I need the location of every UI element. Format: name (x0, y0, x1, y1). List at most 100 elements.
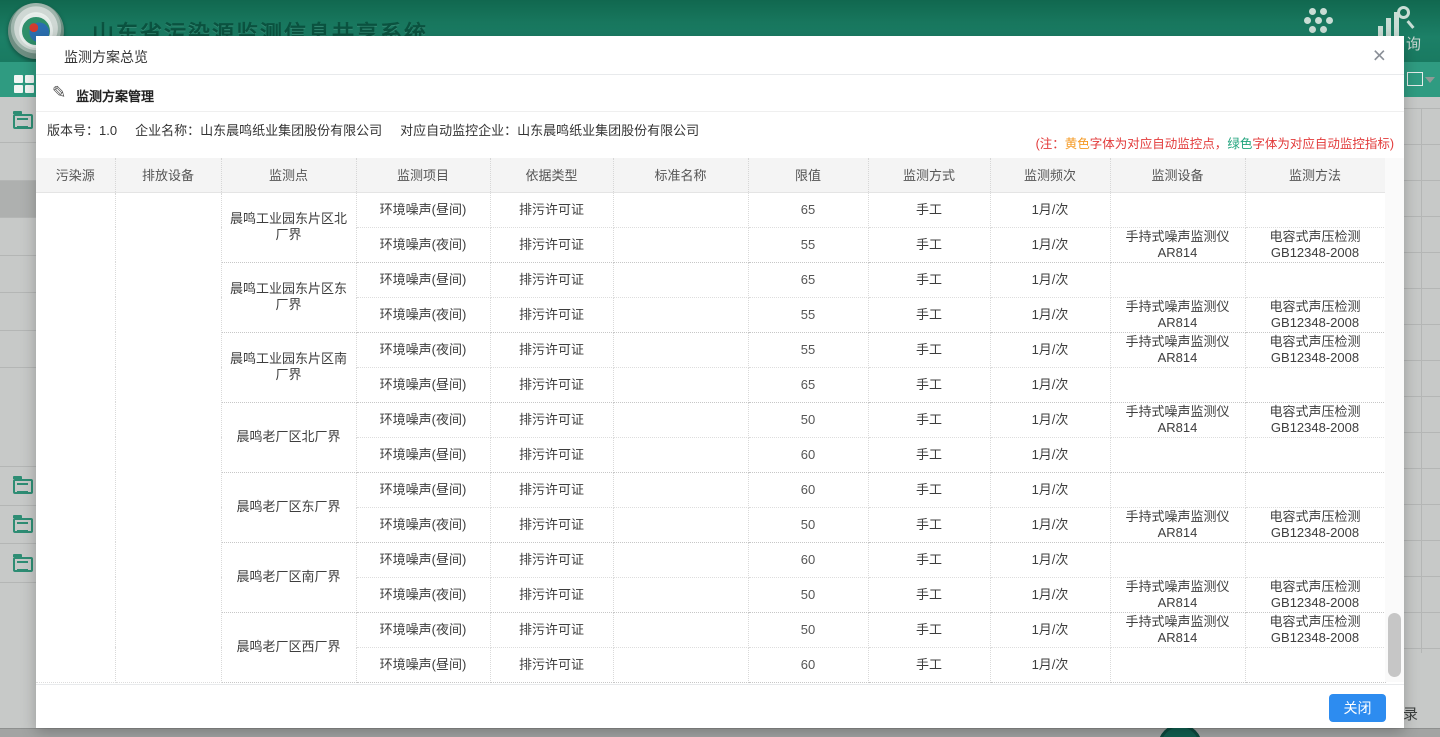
monitor-freq-cell: 1月/次 (990, 577, 1110, 612)
basis-type-cell: 排污许可证 (490, 472, 613, 507)
folder-icon[interactable] (13, 557, 33, 572)
standard-name-cell (613, 297, 748, 332)
col-header-8: 监测频次 (990, 158, 1110, 192)
table-row: 晨鸣老厂区东厂界环境噪声(昼间)排污许可证60手工1月/次 (36, 472, 1385, 507)
monitor-mode-cell: 手工 (868, 437, 990, 472)
info-row: 版本号：1.0企业名称：山东晨鸣纸业集团股份有限公司对应自动监控企业：山东晨鸣纸… (36, 112, 1404, 158)
sidebar-row-divider (0, 505, 36, 506)
limit-cell: 60 (748, 437, 868, 472)
monitor-freq-cell: 1月/次 (990, 297, 1110, 332)
standard-name-cell (613, 402, 748, 437)
limit-cell: 65 (748, 192, 868, 227)
monitor-point-cell: 晨鸣老厂区东厂界 (221, 472, 356, 542)
col-header-6: 限值 (748, 158, 868, 192)
limit-cell: 60 (748, 472, 868, 507)
basis-type-cell: 排污许可证 (490, 507, 613, 542)
sidebar-selected-row (0, 181, 36, 217)
mini-select-box[interactable] (1407, 72, 1423, 86)
limit-cell: 65 (748, 367, 868, 402)
standard-name-cell (613, 437, 748, 472)
basis-type-cell: 排污许可证 (490, 542, 613, 577)
monitor-item-cell: 环境噪声(昼间) (356, 472, 490, 507)
background-table-vline (1421, 108, 1422, 653)
basis-type-cell: 排污许可证 (490, 577, 613, 612)
col-header-3: 监测项目 (356, 158, 490, 192)
folder-icon[interactable] (13, 114, 33, 129)
monitor-freq-cell: 1月/次 (990, 367, 1110, 402)
basis-type-cell: 排污许可证 (490, 437, 613, 472)
modal-title: 监测方案总览 (64, 47, 148, 67)
monitor-freq-cell: 1月/次 (990, 507, 1110, 542)
standard-name-cell (613, 542, 748, 577)
standard-name-cell (613, 507, 748, 542)
monitor-freq-cell: 1月/次 (990, 227, 1110, 262)
monitor-device-cell (1110, 542, 1245, 577)
emission-device-cell (115, 192, 221, 682)
plan-table-wrap: 污染源排放设备监测点监测项目依据类型标准名称限值监测方式监测频次监测设备监测方法… (36, 158, 1385, 683)
report-query-icon[interactable] (1378, 6, 1412, 38)
monitor-item-cell: 环境噪声(夜间) (356, 332, 490, 367)
monitor-point-cell: 晨鸣老厂区西厂界 (221, 612, 356, 682)
standard-name-cell (613, 227, 748, 262)
col-header-5: 标准名称 (613, 158, 748, 192)
close-button[interactable]: 关闭 (1329, 694, 1386, 722)
standard-name-cell (613, 577, 748, 612)
limit-cell: 65 (748, 262, 868, 297)
basis-type-cell: 排污许可证 (490, 262, 613, 297)
auto-company-text: 对应自动监控企业：山东晨鸣纸业集团股份有限公司 (400, 123, 699, 138)
monitor-mode-cell: 手工 (868, 192, 990, 227)
plan-info: 版本号：1.0企业名称：山东晨鸣纸业集团股份有限公司对应自动监控企业：山东晨鸣纸… (47, 120, 717, 139)
monitor-method-cell: 电容式声压检测GB12348-2008 (1245, 577, 1385, 612)
monitor-item-cell: 环境噪声(夜间) (356, 507, 490, 542)
table-row: 晨鸣工业园东片区南厂界环境噪声(夜间)排污许可证55手工1月/次手持式噪声监测仪… (36, 332, 1385, 367)
monitor-freq-cell: 1月/次 (990, 472, 1110, 507)
apps-dots-icon[interactable] (1306, 8, 1336, 38)
folder-icon[interactable] (13, 479, 33, 494)
monitor-point-cell: 晨鸣老厂区北厂界 (221, 402, 356, 472)
standard-name-cell (613, 647, 748, 682)
table-scrollbar-thumb[interactable] (1388, 613, 1401, 677)
monitor-device-cell: 手持式噪声监测仪AR814 (1110, 612, 1245, 647)
monitor-mode-cell: 手工 (868, 472, 990, 507)
table-row: 晨鸣老厂区北厂界环境噪声(夜间)排污许可证50手工1月/次手持式噪声监测仪AR8… (36, 402, 1385, 437)
basis-type-cell: 排污许可证 (490, 227, 613, 262)
note-yellow-word: 黄色 (1065, 137, 1090, 151)
monitor-device-cell: 手持式噪声监测仪AR814 (1110, 227, 1245, 262)
monitor-freq-cell: 1月/次 (990, 542, 1110, 577)
modal-titlebar: 监测方案总览 × (36, 36, 1404, 75)
monitor-device-cell: 手持式噪声监测仪AR814 (1110, 402, 1245, 437)
monitor-method-cell: 电容式声压检测GB12348-2008 (1245, 227, 1385, 262)
monitor-device-cell (1110, 472, 1245, 507)
monitor-freq-cell: 1月/次 (990, 647, 1110, 682)
col-header-2: 监测点 (221, 158, 356, 192)
note-mid: 字体为对应自动监控点， (1090, 137, 1228, 151)
sidebar-row-divider (0, 142, 36, 143)
folder-icon[interactable] (13, 518, 33, 533)
close-icon[interactable]: × (1373, 42, 1386, 68)
limit-cell: 50 (748, 402, 868, 437)
bottom-bar (0, 728, 1440, 737)
monitor-item-cell: 环境噪声(昼间) (356, 542, 490, 577)
table-row: 晨鸣工业园东片区东厂界环境噪声(昼间)排污许可证65手工1月/次 (36, 262, 1385, 297)
pollution-source-cell (36, 192, 115, 682)
sidebar-row-divider (0, 582, 36, 583)
table-scrollbar-track[interactable] (1385, 158, 1404, 682)
monitor-freq-cell: 1月/次 (990, 437, 1110, 472)
monitor-item-cell: 环境噪声(昼间) (356, 367, 490, 402)
basis-type-cell: 排污许可证 (490, 332, 613, 367)
monitor-device-cell: 手持式噪声监测仪AR814 (1110, 507, 1245, 542)
monitor-method-cell (1245, 262, 1385, 297)
chevron-down-icon[interactable] (1425, 77, 1435, 83)
monitor-mode-cell: 手工 (868, 507, 990, 542)
limit-cell: 55 (748, 297, 868, 332)
monitor-mode-cell: 手工 (868, 367, 990, 402)
note-prefix: (注： (1036, 137, 1065, 151)
monitor-mode-cell: 手工 (868, 332, 990, 367)
standard-name-cell (613, 192, 748, 227)
version-text: 版本号：1.0 (47, 123, 117, 138)
col-header-10: 监测方法 (1245, 158, 1385, 192)
limit-cell: 50 (748, 507, 868, 542)
monitor-method-cell (1245, 437, 1385, 472)
standard-name-cell (613, 472, 748, 507)
grid-menu-icon[interactable] (14, 75, 34, 93)
